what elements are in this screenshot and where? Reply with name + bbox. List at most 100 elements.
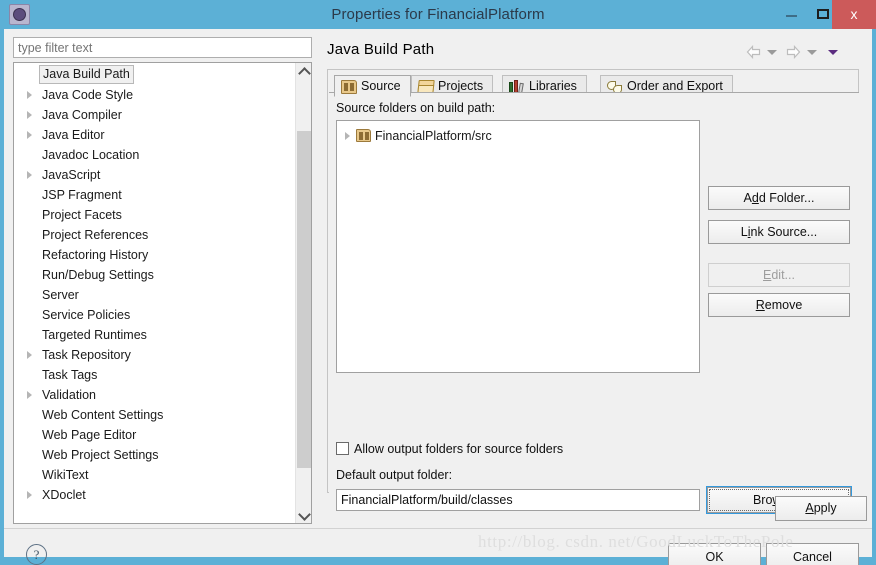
sidebar-item-label: Javadoc Location (42, 148, 140, 162)
expand-chevron-icon[interactable] (27, 131, 32, 139)
page-menu-chevron-down-icon[interactable] (828, 50, 838, 55)
scroll-down-button[interactable] (296, 506, 311, 523)
expand-chevron-icon[interactable] (27, 91, 32, 99)
sidebar-item-label: JavaScript (42, 168, 101, 182)
allow-output-folders-checkbox[interactable] (336, 442, 349, 455)
page-navigation-toolbar (746, 43, 862, 63)
link-source-button[interactable]: Link Source... (708, 220, 850, 244)
settings-page: Java Build Path Source Projects Librarie… (322, 33, 864, 524)
sidebar-item-refactoring-history[interactable]: Refactoring History (14, 245, 296, 265)
sidebar-item-label: Web Project Settings (42, 448, 159, 462)
remove-label: Remove (755, 298, 803, 312)
minimize-button[interactable] (775, 0, 807, 29)
settings-tree-panel: Java Build Path Java Code Style Java Compi… (13, 62, 312, 524)
sidebar-item-web-project-settings[interactable]: Web Project Settings (14, 445, 296, 465)
sidebar-item-label: Run/Debug Settings (42, 268, 154, 282)
tab-label: Projects (438, 79, 484, 93)
sidebar-item-java-compiler[interactable]: Java Compiler (14, 105, 296, 125)
sidebar-item-targeted-runtimes[interactable]: Targeted Runtimes (14, 325, 296, 345)
expand-chevron-icon[interactable] (345, 132, 350, 140)
apply-button[interactable]: Apply (775, 496, 867, 521)
link-source-label: Link Source... (740, 225, 818, 239)
sidebar-item-label: Java Build Path (39, 65, 134, 84)
window-title: Properties for FinancialPlatform (331, 6, 545, 23)
list-item-label: FinancialPlatform/src (375, 129, 492, 143)
sidebar-item-label: Refactoring History (42, 248, 149, 262)
sidebar-item-label: Task Tags (42, 368, 98, 382)
chevron-up-icon (298, 67, 311, 80)
sidebar-item-jsp-fragment[interactable]: JSP Fragment (14, 185, 296, 205)
default-output-folder-input[interactable] (336, 489, 700, 511)
sidebar-item-server[interactable]: Server (14, 285, 296, 305)
add-folder-label: Add Folder... (743, 191, 815, 205)
tab-label: Source (361, 79, 401, 93)
sidebar-item-label: Server (42, 288, 79, 302)
sidebar-item-label: Java Editor (42, 128, 105, 142)
tab-label: Order and Export (627, 79, 723, 93)
sidebar-item-run-debug-settings[interactable]: Run/Debug Settings (14, 265, 296, 285)
tree-scrollbar-thumb[interactable] (297, 131, 311, 468)
expand-chevron-icon[interactable] (27, 171, 32, 179)
sidebar-item-javadoc-location[interactable]: Javadoc Location (14, 145, 296, 165)
sidebar-item-project-references[interactable]: Project References (14, 225, 296, 245)
source-folders-label: Source folders on build path: (336, 101, 496, 115)
sidebar-item-label: Task Repository (42, 348, 131, 362)
edit-button: Edit... (708, 263, 850, 287)
back-history-chevron-down-icon[interactable] (767, 50, 777, 55)
sidebar-item-project-facets[interactable]: Project Facets (14, 205, 296, 225)
sidebar-item-java-build-path[interactable]: Java Build Path (14, 65, 296, 85)
sidebar-item-java-code-style[interactable]: Java Code Style (14, 85, 296, 105)
sidebar-item-label: XDoclet (42, 488, 86, 502)
sidebar-item-java-editor[interactable]: Java Editor (14, 125, 296, 145)
tree-scrollbar[interactable] (295, 63, 311, 523)
apply-label: Apply (805, 501, 837, 515)
package-icon (356, 129, 371, 142)
sidebar-item-task-repository[interactable]: Task Repository (14, 345, 296, 365)
build-path-groupbox: Source Projects Libraries Order and Export … (327, 69, 859, 514)
close-icon: x (850, 6, 858, 22)
add-folder-button[interactable]: Add Folder... (708, 186, 850, 210)
sidebar-item-label: JSP Fragment (42, 188, 122, 202)
sidebar-item-web-content-settings[interactable]: Web Content Settings (14, 405, 296, 425)
sidebar-item-label: Project Facets (42, 208, 122, 222)
settings-tree: Java Build Path Java Code Style Java Compi… (14, 63, 296, 505)
back-arrow-icon[interactable] (746, 45, 761, 59)
properties-dialog-window: Properties for FinancialPlatform x Java … (0, 0, 876, 565)
list-item[interactable]: FinancialPlatform/src (337, 127, 699, 145)
sidebar-item-wikitext[interactable]: WikiText (14, 465, 296, 485)
expand-chevron-icon[interactable] (27, 351, 32, 359)
forward-arrow-icon[interactable] (786, 45, 801, 59)
expand-chevron-icon[interactable] (27, 491, 32, 499)
scroll-up-button[interactable] (296, 63, 311, 80)
title-bar: Properties for FinancialPlatform x (0, 0, 876, 29)
sidebar-item-label: Targeted Runtimes (42, 328, 147, 342)
forward-history-chevron-down-icon[interactable] (807, 50, 817, 55)
sidebar-item-validation[interactable]: Validation (14, 385, 296, 405)
allow-output-folders-label: Allow output folders for source folders (354, 442, 564, 456)
chevron-down-icon (298, 508, 311, 521)
minimize-icon (775, 0, 807, 29)
tab-source[interactable]: Source (334, 75, 411, 97)
sidebar-item-javascript[interactable]: JavaScript (14, 165, 296, 185)
sidebar-item-label: Java Code Style (42, 88, 134, 102)
allow-output-folders-row[interactable]: Allow output folders for source folders (336, 441, 563, 457)
sidebar-item-xdoclet[interactable]: XDoclet (14, 485, 296, 505)
package-icon (341, 80, 357, 94)
close-button[interactable]: x (832, 0, 876, 29)
default-output-folder-label: Default output folder: (336, 468, 453, 482)
sidebar-item-service-policies[interactable]: Service Policies (14, 305, 296, 325)
sidebar-item-label: Validation (42, 388, 96, 402)
sidebar-item-task-tags[interactable]: Task Tags (14, 365, 296, 385)
sidebar-item-label: WikiText (42, 468, 89, 482)
source-folders-list[interactable]: FinancialPlatform/src (336, 120, 700, 373)
watermark-text: http://blog. csdn. net/GoodLuckToThePole (478, 532, 794, 551)
filter-input[interactable] (13, 37, 312, 58)
help-icon[interactable]: ? (26, 544, 47, 565)
sidebar-item-web-page-editor[interactable]: Web Page Editor (14, 425, 296, 445)
sidebar-item-label: Java Compiler (42, 108, 122, 122)
expand-chevron-icon[interactable] (27, 391, 32, 399)
page-title: Java Build Path (327, 41, 435, 58)
sidebar-item-label: Web Page Editor (42, 428, 137, 442)
expand-chevron-icon[interactable] (27, 111, 32, 119)
remove-button[interactable]: Remove (708, 293, 850, 317)
